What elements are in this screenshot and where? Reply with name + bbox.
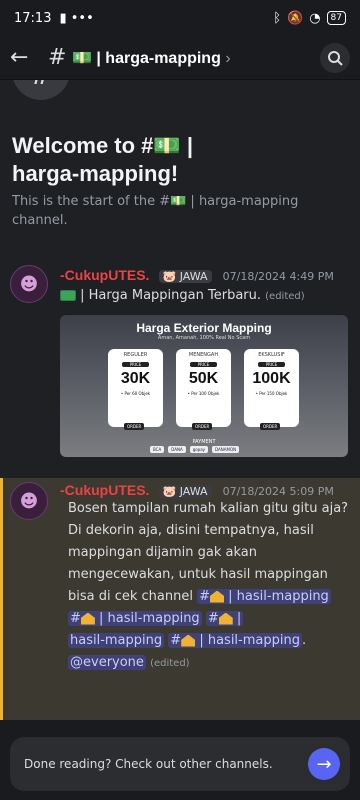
status-time: 17:13 xyxy=(14,10,52,26)
image-subtitle: Aman, Amanah, 100% Real No Scam xyxy=(157,335,251,341)
timestamp: 07/18/2024 5:09 PM xyxy=(222,485,334,498)
prompt-text: Done reading? Check out other channels. xyxy=(24,757,273,771)
guild-tag[interactable]: 🐷 JAWA xyxy=(158,485,212,498)
message-header: -CukupUTES. 🐷 JAWA 07/18/2024 4:49 PM xyxy=(60,265,334,284)
search-icon xyxy=(328,50,343,66)
mention-highlight-bar xyxy=(0,478,3,720)
timestamp: 07/18/2024 4:49 PM xyxy=(222,270,334,283)
message-text: | Harga Mappingan Terbaru. (edited) xyxy=(60,285,305,308)
message-text: Bosen tampilan rumah kalian gitu gitu aj… xyxy=(68,501,349,670)
hashtag-icon: # xyxy=(48,45,67,70)
channel-name: 💵 | harga-mapping xyxy=(72,49,221,67)
welcome-title: Welcome to #💵 | harga-mapping! xyxy=(12,133,194,186)
welcome-subtitle: This is the start of the #💵 | harga-mapp… xyxy=(12,194,299,228)
status-bar: 17:13 ▮ ••• ᛒ 🔕 ◔ 87 xyxy=(0,0,360,36)
notification-icon: ▮ ••• xyxy=(59,10,94,26)
next-channel-prompt[interactable]: Done reading? Check out other channels. … xyxy=(10,737,350,791)
search-button[interactable] xyxy=(320,42,350,73)
money-emoji-icon xyxy=(60,290,76,301)
battery-indicator: 87 xyxy=(326,11,346,25)
silent-icon: 🔕 xyxy=(287,10,304,26)
bluetooth-icon: ᛒ xyxy=(273,10,282,26)
channel-mention[interactable]: # | xyxy=(205,611,244,626)
channel-mention[interactable]: # | hasil-mapping xyxy=(197,589,331,604)
username[interactable]: -CukupUTES. xyxy=(60,267,149,283)
avatar[interactable]: ☻ xyxy=(10,265,48,303)
image-title: Harga Exterior Mapping xyxy=(136,321,272,335)
chevron-right-icon: › xyxy=(225,49,231,67)
image-attachment[interactable]: Harga Exterior Mapping Aman, Amanah, 100… xyxy=(60,315,348,457)
highlighted-message: ☻ -CukupUTES. 🐷 JAWA 07/18/2024 5:09 PM … xyxy=(0,478,360,720)
house-emoji-icon xyxy=(210,590,225,603)
back-arrow-icon[interactable]: ← xyxy=(10,45,44,70)
house-emoji-icon xyxy=(80,612,95,625)
channel-header: ← # 💵 | harga-mapping › xyxy=(0,36,360,80)
username[interactable]: -CukupUTES. xyxy=(60,482,149,498)
house-emoji-icon xyxy=(181,634,196,647)
price-card: MENENGAH PRICE 50K • Per 100 Objek ORDER xyxy=(176,349,231,430)
channel-hash-icon: # xyxy=(12,80,70,100)
guild-tag[interactable]: 🐷 JAWA xyxy=(158,270,212,283)
channel-mention[interactable]: # | hasil-mapping xyxy=(68,611,202,626)
message-list[interactable]: # Welcome to #💵 | harga-mapping! This is… xyxy=(0,80,360,720)
everyone-mention[interactable]: @everyone xyxy=(68,655,146,670)
message-header: -CukupUTES. 🐷 JAWA 07/18/2024 5:09 PM xyxy=(60,480,334,499)
channel-mention[interactable]: # | hasil-mapping xyxy=(168,633,302,648)
avatar[interactable]: ☻ xyxy=(10,482,48,520)
wifi-icon: ◔ xyxy=(309,10,321,26)
channel-title[interactable]: 💵 | harga-mapping › xyxy=(72,48,320,68)
arrow-right-icon[interactable]: → xyxy=(308,748,340,780)
channel-mention[interactable]: hasil-mapping xyxy=(68,633,165,648)
price-card: REGULER PRICE 30K • Per 60 Objek ORDER xyxy=(108,349,163,430)
house-emoji-icon xyxy=(218,612,233,625)
payment-label: PAYMENT xyxy=(192,439,216,445)
price-card: EKSKLUSIF PRICE 100K • Per 150 Objek ORD… xyxy=(244,349,299,430)
footer: Done reading? Check out other channels. … xyxy=(0,720,360,800)
payment-logos: BCA DANA gopay DANAMON xyxy=(150,446,240,453)
